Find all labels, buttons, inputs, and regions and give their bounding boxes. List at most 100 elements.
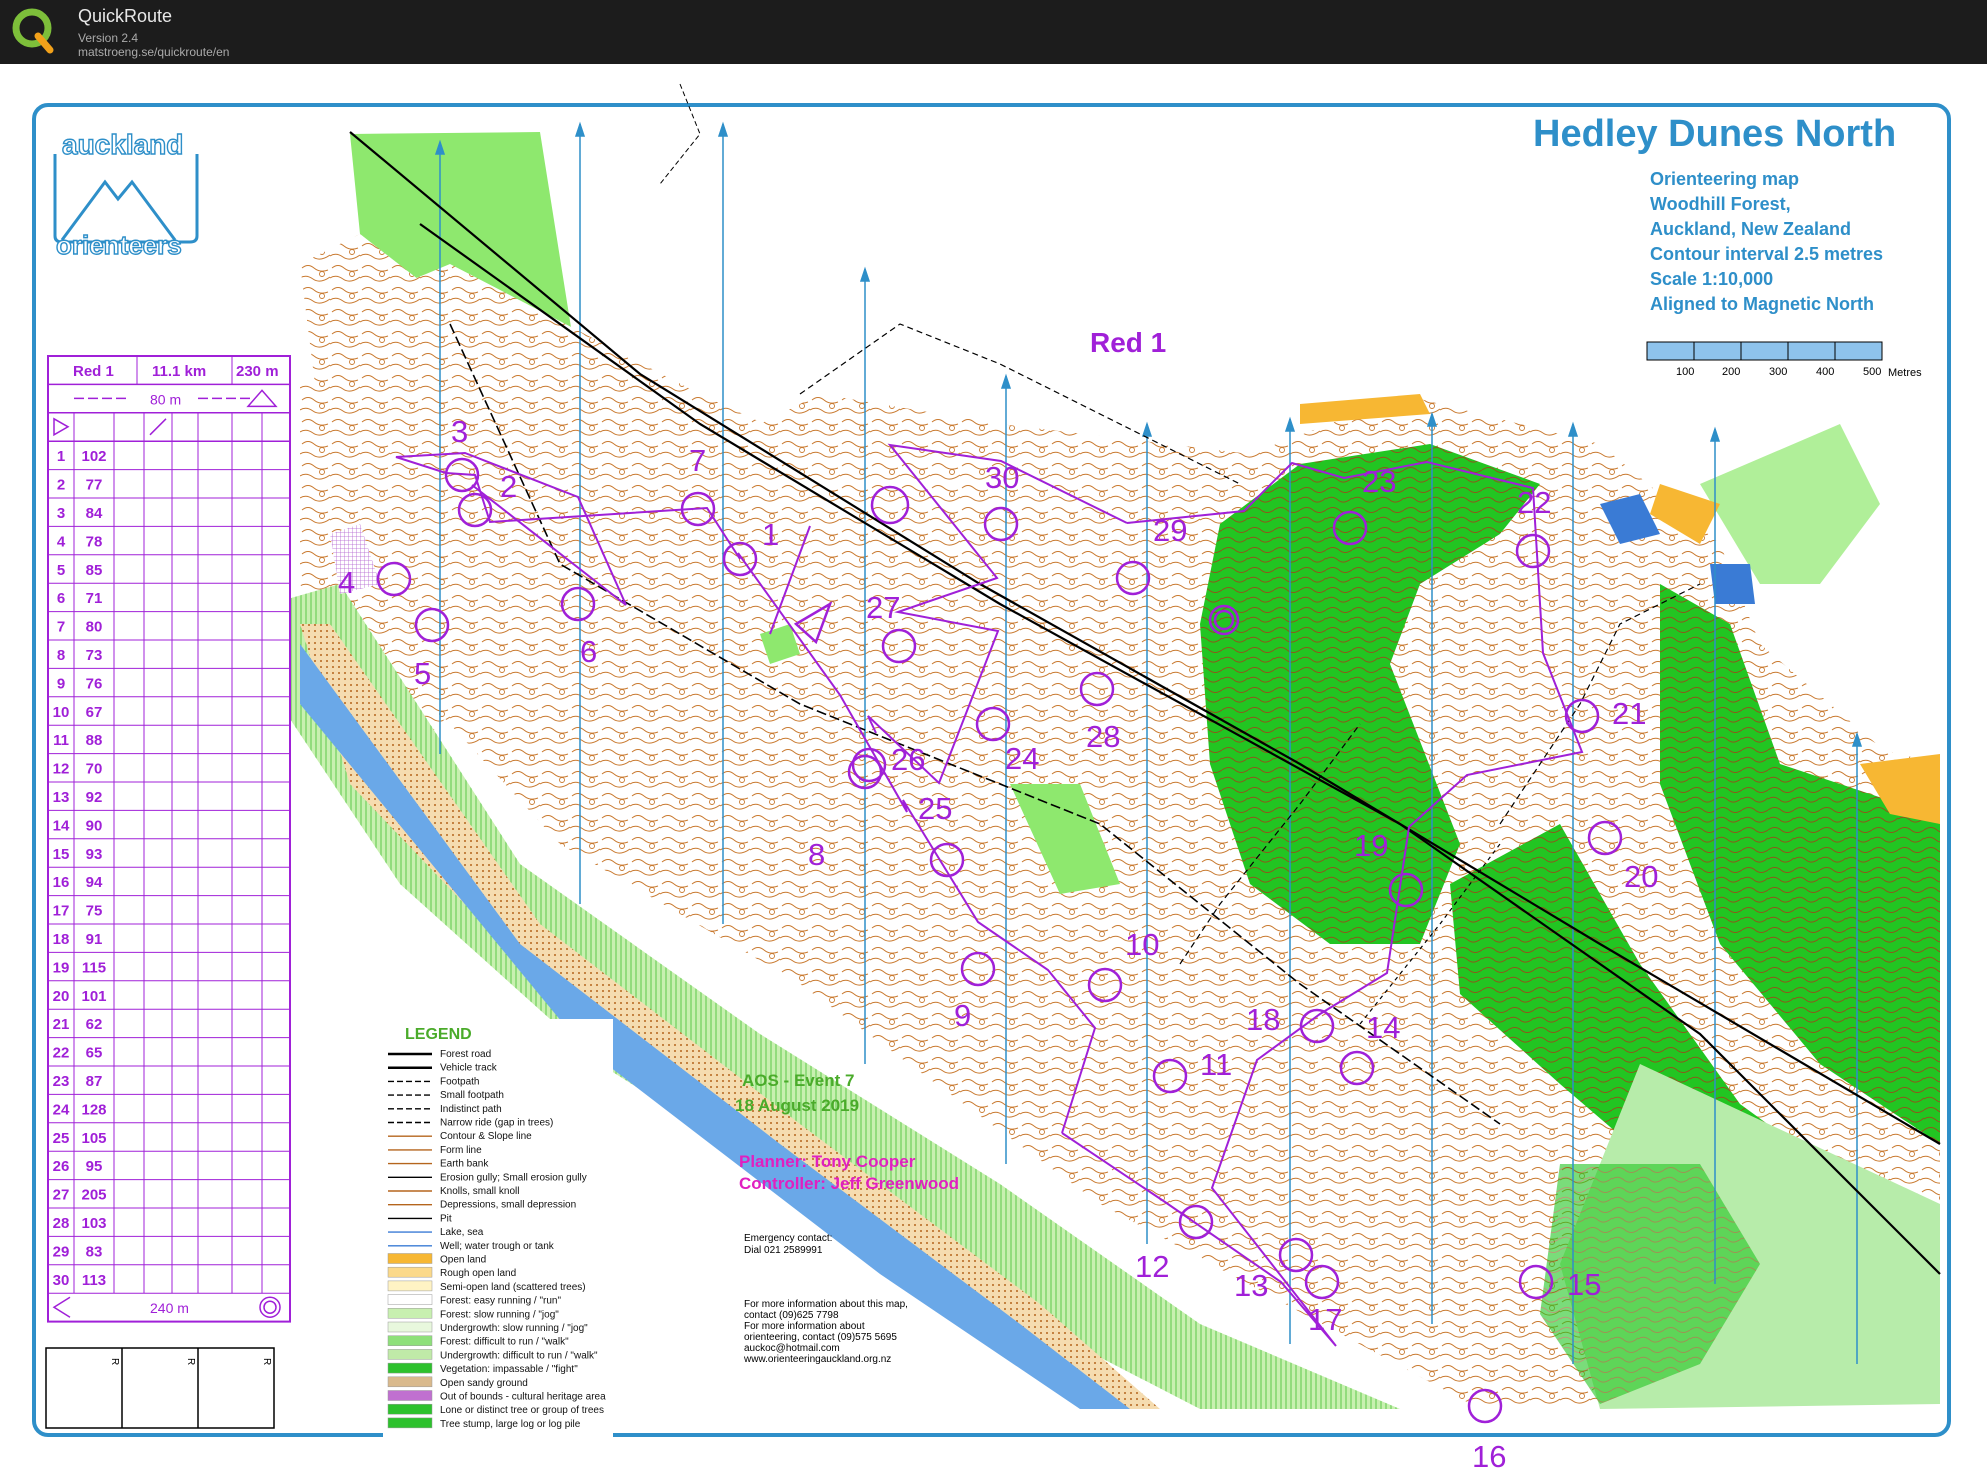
desc-control-code: 103 [81,1215,106,1232]
desc-control-code: 87 [86,1073,103,1090]
desc-control-number: 3 [57,505,65,522]
legend-item: Forest road [440,1049,491,1060]
scale-tick: 100 [1676,366,1694,378]
course-name: Red 1 [1090,327,1166,358]
legend-item: Forest: difficult to run / "walk" [440,1337,569,1348]
title-bar: QuickRoute Version 2.4 matstroeng.se/qui… [0,0,1987,64]
control-label-30: 30 [985,460,1019,495]
legend-item: Rough open land [440,1268,516,1279]
desc-control-code: 70 [86,761,103,778]
legend-item: Depressions, small depression [440,1200,576,1211]
legend-swatch [387,1266,433,1278]
emergency-line: Dial 021 2589991 [744,1245,823,1256]
desc-control-code: 65 [86,1045,103,1062]
control-label-13: 13 [1234,1268,1268,1303]
desc-control-code: 90 [86,817,103,834]
scale-tick: 500 [1863,366,1881,378]
legend-item: Undergrowth: difficult to run / "walk" [440,1350,598,1361]
control-label-22: 22 [1517,485,1551,520]
desc-control-code: 91 [86,931,103,948]
info-line: For more information about [744,1321,865,1332]
control-label-29: 29 [1153,513,1187,548]
desc-control-number: 16 [53,874,70,891]
legend-item: Semi-open land (scattered trees) [440,1282,586,1293]
desc-control-code: 75 [86,903,103,920]
info-line: orienteering, contact (09)575 5695 [744,1332,897,1343]
control-description-sheet: Red 1 11.1 km 230 m80 m1 1022 773 844 785 856 71… [47,355,291,1323]
map-title: Hedley Dunes North [1533,113,1896,155]
legend-swatch [387,1308,433,1319]
desc-control-number: 2 [57,477,65,494]
desc-length: 11.1 km [152,363,206,380]
app-name: QuickRoute [78,6,173,26]
desc-control-number: 6 [57,590,65,607]
control-label-8: 8 [808,837,825,872]
desc-control-number: 9 [57,675,65,692]
desc-control-code: 105 [81,1130,106,1147]
svg-text:auckland: auckland [62,129,183,160]
desc-control-number: 21 [53,1016,70,1033]
info-line: www.orienteeringauckland.org.nz [743,1354,891,1365]
legend-item: Pit [440,1213,452,1224]
legend-item: Undergrowth: slow running / "jog" [440,1323,588,1334]
desc-control-code: 113 [82,1272,106,1289]
desc-control-code: 101 [81,988,106,1005]
r-box-label: R [109,1358,120,1365]
control-label-3: 3 [451,414,468,449]
desc-control-number: 5 [57,562,65,579]
legend-item: Form line [440,1145,482,1156]
legend-item: Knolls, small knoll [440,1186,519,1197]
control-label-17: 17 [1308,1302,1342,1337]
legend-item: Lake, sea [440,1227,484,1238]
legend-item: Erosion gully; Small erosion gully [440,1172,587,1183]
control-label-10: 10 [1125,927,1159,962]
scale-unit: Metres [1888,367,1922,379]
emergency-line: Emergency contact: [744,1233,832,1244]
desc-control-code: 88 [86,732,103,749]
desc-control-number: 20 [53,988,70,1005]
control-label-24: 24 [1005,741,1039,776]
desc-control-number: 4 [57,533,66,550]
control-label-9: 9 [954,998,971,1033]
legend-item: Indistinct path [440,1104,502,1115]
scale-tick: 300 [1769,366,1787,378]
r-box-label: R [185,1358,196,1365]
desc-control-code: 67 [86,704,103,721]
desc-control-number: 15 [53,846,70,863]
legend-item: Forest: easy running / "run" [440,1296,561,1307]
desc-control-number: 27 [53,1187,70,1204]
control-label-14: 14 [1366,1010,1400,1045]
desc-control-number: 1 [57,448,65,465]
legend-swatch [387,1294,433,1305]
orienteering-map[interactable]: 1 2 3 4 5 6 7 8 9 10 11 12 13 14 15 16 1… [0,64,1987,1474]
scale-tick: 200 [1722,366,1740,378]
desc-control-code: 71 [86,590,103,607]
legend-item: Forest: slow running / "jog" [440,1309,559,1320]
subtitle-line: Contour interval 2.5 metres [1650,244,1883,264]
controller: Controller: Jeff Greenwood [739,1174,959,1193]
control-label-21: 21 [1612,696,1646,731]
desc-control-number: 13 [53,789,70,806]
desc-control-code: 102 [81,448,106,465]
desc-control-number: 14 [53,817,70,834]
control-label-11: 11 [1200,1047,1232,1082]
legend-item: Tree stump, large log or log pile [440,1419,581,1430]
desc-control-number: 8 [57,647,65,664]
desc-control-number: 10 [53,704,70,721]
control-label-4: 4 [338,565,355,600]
desc-control-code: 85 [86,562,103,579]
desc-course: Red 1 [73,363,114,380]
desc-control-code: 80 [86,619,103,636]
map-viewport[interactable]: 1 2 3 4 5 6 7 8 9 10 11 12 13 14 15 16 1… [0,64,1987,1474]
legend-item: Open sandy ground [440,1378,528,1389]
desc-control-code: 205 [81,1187,106,1204]
r-boxes: R R R [45,1347,275,1429]
control-label-5: 5 [414,656,431,691]
event-name: AOS - Event 7 [742,1071,854,1090]
control-label-2: 2 [500,469,517,504]
subtitle-line: Woodhill Forest, [1650,194,1791,214]
control-label-1: 1 [762,517,779,552]
desc-control-code: 73 [86,647,103,664]
control-label-27: 27 [866,590,900,625]
legend-item: Footpath [440,1076,479,1087]
